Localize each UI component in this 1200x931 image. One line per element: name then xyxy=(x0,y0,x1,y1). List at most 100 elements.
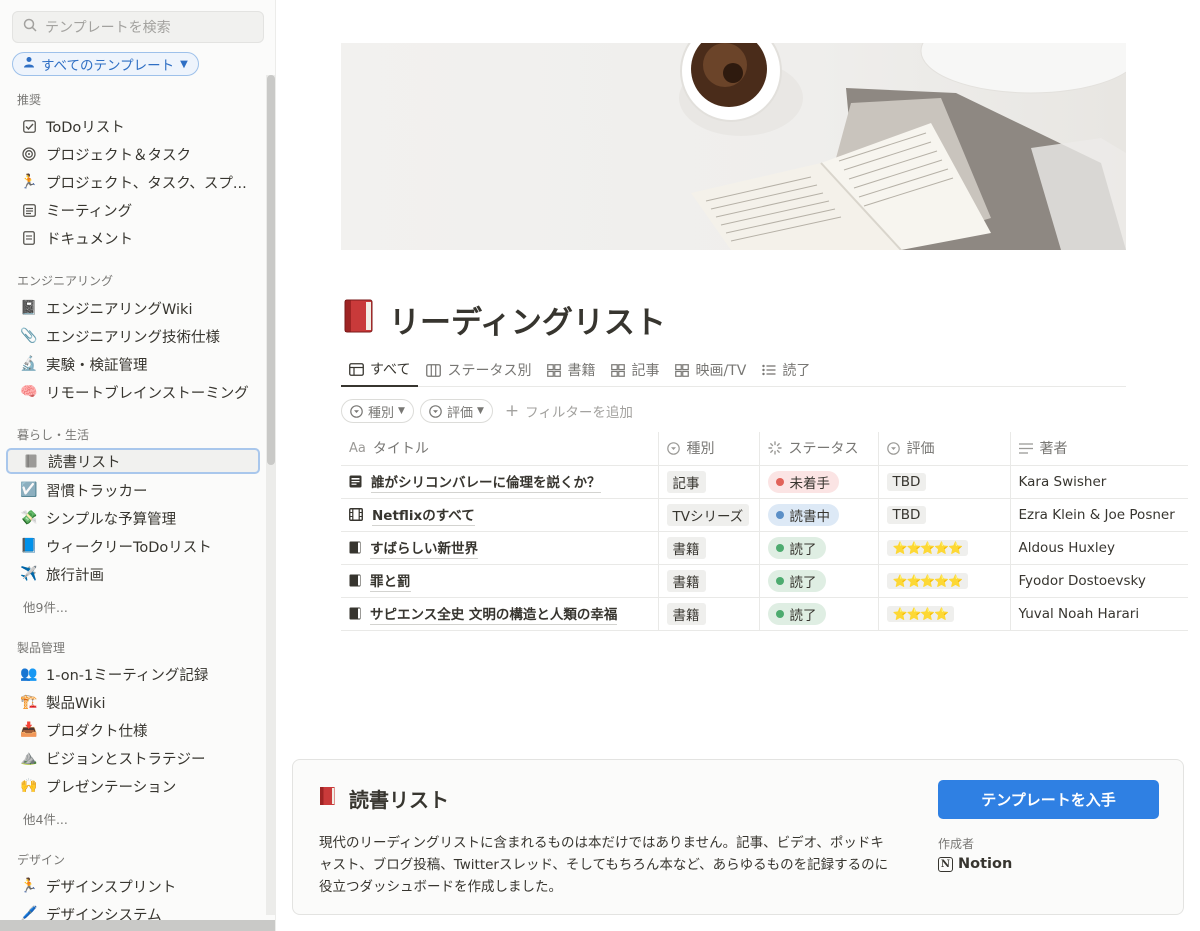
column-header-rating[interactable]: 評価 xyxy=(877,432,1010,466)
sidebar-item-budget[interactable]: 💸 シンプルな予算管理 xyxy=(12,505,258,531)
author-cell: Yuval Noah Harari xyxy=(1018,605,1140,622)
sidebar-item-reading-list[interactable]: 読書リスト xyxy=(6,448,260,474)
sidebar-item-product-spec[interactable]: 📥 プロダクト仕様 xyxy=(12,717,258,743)
book-red-icon xyxy=(319,786,337,811)
status-badge: 読了 xyxy=(767,536,826,559)
tab-label: すべて xyxy=(370,362,411,378)
status-dot xyxy=(775,477,784,486)
person-icon xyxy=(23,56,35,72)
tab-by-status[interactable]: ステータス別 xyxy=(418,354,539,387)
row-title[interactable]: 罪と罰 xyxy=(370,570,411,592)
tab-books[interactable]: 書籍 xyxy=(539,354,603,387)
table-row[interactable]: すばらしい新世界 書籍 読了 ⭐⭐⭐⭐⭐ Aldous Huxley xyxy=(341,531,1188,565)
gallery-icon xyxy=(611,363,626,377)
sidebar-item-label: ToDoリスト xyxy=(46,119,125,136)
add-filter-label: フィルターを追加 xyxy=(525,405,633,421)
book-gray-icon xyxy=(21,454,41,468)
add-filter-button[interactable]: + フィルターを追加 xyxy=(505,401,633,421)
sidebar-item-todo-list[interactable]: ToDoリスト xyxy=(12,113,258,139)
sidebar-item-label: エンジニアリング技術仕様 xyxy=(46,329,220,346)
row-title[interactable]: サピエンス全史 文明の構造と人類の幸福 xyxy=(370,603,618,625)
select-property-icon xyxy=(886,441,900,455)
column-header-title[interactable]: Aa タイトル xyxy=(341,432,658,466)
section-title-product: 製品管理 xyxy=(17,641,66,655)
money-icon: 💸 xyxy=(20,510,38,526)
row-title[interactable]: Netflixのすべて xyxy=(372,504,475,526)
tab-all[interactable]: すべて xyxy=(341,354,419,387)
column-header-status[interactable]: ステータス xyxy=(758,432,878,466)
status-label: 未着手 xyxy=(789,475,831,492)
blue-book-icon: 📘 xyxy=(20,538,38,554)
status-dot xyxy=(775,609,784,618)
author-label: 作成者 xyxy=(938,837,975,851)
status-badge: 未着手 xyxy=(767,470,839,493)
filter-pill-label: すべてのテンプレート xyxy=(41,58,175,74)
sidebar-item-vision-strategy[interactable]: ⛰️ ビジョンとストラテジー xyxy=(12,745,258,771)
mountain-icon: ⛰️ xyxy=(20,750,38,766)
table-row[interactable]: 罪と罰 書籍 読了 ⭐⭐⭐⭐⭐ Fyodor Dostoevsky xyxy=(341,564,1188,598)
author-link[interactable]: N Notion xyxy=(938,856,1012,872)
sidebar-item-product-wiki[interactable]: 🏗️ 製品Wiki xyxy=(12,689,258,715)
filter-label: 評価 xyxy=(446,405,473,421)
sidebar-item-weekly-todo[interactable]: 📘 ウィークリーToDoリスト xyxy=(12,533,258,559)
tab-label: 読了 xyxy=(782,363,811,379)
rating-stars: ⭐⭐⭐⭐⭐ xyxy=(886,572,969,589)
show-more-product[interactable]: 他4件... xyxy=(23,809,68,828)
airplane-icon: ✈️ xyxy=(20,566,38,582)
filter-type[interactable]: 種別 ▼ xyxy=(341,399,414,423)
reading-list-table: Aa タイトル 種別 ステータス 評価 著者 誰がシリコンバレーに倫理を説くか？ … xyxy=(341,432,1188,631)
sidebar-item-label: プロジェクト＆タスク xyxy=(46,147,191,164)
filter-rating[interactable]: 評価 ▼ xyxy=(419,399,493,423)
search-input[interactable]: テンプレートを検索 xyxy=(12,11,264,43)
table-row[interactable]: 誰がシリコンバレーに倫理を説くか？ 記事 未着手 TBD Kara Swishe… xyxy=(341,465,1188,499)
sidebar-scroll-thumb[interactable] xyxy=(267,75,275,465)
author-cell: Kara Swisher xyxy=(1018,473,1107,490)
column-header-type[interactable]: 種別 xyxy=(657,432,759,466)
tab-articles[interactable]: 記事 xyxy=(603,354,667,387)
sidebar-item-engineering-spec[interactable]: 📎 エンジニアリング技術仕様 xyxy=(12,323,258,349)
type-tag: 書籍 xyxy=(666,569,706,592)
sidebar-item-experiments[interactable]: 🔬 実験・検証管理 xyxy=(12,351,258,377)
column-label: 評価 xyxy=(906,441,935,458)
sidebar-item-label: 旅行計画 xyxy=(46,567,104,584)
sidebar-item-presentation[interactable]: 🙌 プレゼンテーション xyxy=(12,773,258,799)
table-row[interactable]: サピエンス全史 文明の構造と人類の幸福 書籍 読了 ⭐⭐⭐⭐ Yuval Noa… xyxy=(341,597,1188,631)
all-templates-filter[interactable]: すべてのテンプレート ▼ xyxy=(12,52,199,76)
column-header-author[interactable]: 著者 xyxy=(1009,432,1188,466)
sidebar-item-engineering-wiki[interactable]: 📓 エンジニアリングWiki xyxy=(12,295,258,321)
inbox-icon: 📥 xyxy=(20,722,38,738)
author-cell: Fyodor Dostoevsky xyxy=(1018,572,1146,589)
type-tag: TVシリーズ xyxy=(666,503,750,526)
row-title[interactable]: すばらしい新世界 xyxy=(370,537,478,559)
film-icon xyxy=(349,508,363,521)
checkbox-icon xyxy=(19,119,39,133)
show-more-lifestyle[interactable]: 他9件... xyxy=(23,597,68,616)
sidebar-item-1on1[interactable]: 👥 1-on-1ミーティング記録 xyxy=(12,661,258,687)
status-label: 読了 xyxy=(789,607,817,624)
list-icon xyxy=(762,364,776,376)
sidebar-item-documents[interactable]: ドキュメント xyxy=(12,225,258,251)
section-title-lifestyle: 暮らし・生活 xyxy=(17,428,90,442)
tab-finished[interactable]: 読了 xyxy=(754,354,818,387)
chevron-down-icon: ▼ xyxy=(398,406,405,416)
table-row[interactable]: Netflixのすべて TVシリーズ 読書中 TBD Ezra Klein & … xyxy=(341,498,1188,532)
sidebar-item-design-sprint[interactable]: 🏃 デザインスプリント xyxy=(12,873,258,899)
section-title-engineering: エンジニアリング xyxy=(17,274,114,288)
sidebar-item-projects-sprints[interactable]: 🏃 プロジェクト、タスク、スプ... xyxy=(12,169,258,195)
sidebar-item-meetings[interactable]: ミーティング xyxy=(12,197,258,223)
row-title[interactable]: 誰がシリコンバレーに倫理を説くか？ xyxy=(371,471,601,493)
running-person-icon: 🏃 xyxy=(20,174,38,190)
book-icon xyxy=(349,541,361,554)
sidebar-item-habit-tracker[interactable]: ☑️ 習慣トラッカー xyxy=(12,477,258,503)
sidebar-item-projects-tasks[interactable]: プロジェクト＆タスク xyxy=(12,141,258,167)
tab-movies-tv[interactable]: 映画/TV xyxy=(667,354,754,387)
type-tag: 書籍 xyxy=(666,602,706,625)
view-tabs: すべて ステータス別 書籍 記事 映画/TV 読了 xyxy=(341,354,1126,387)
type-tag: 書籍 xyxy=(666,536,706,559)
sidebar-item-travel[interactable]: ✈️ 旅行計画 xyxy=(12,561,258,587)
get-template-button[interactable]: テンプレートを入手 xyxy=(938,780,1159,819)
horizontal-scrollbar[interactable] xyxy=(0,920,275,931)
template-sidebar: テンプレートを検索 すべてのテンプレート ▼ 推奨 ToDoリスト プロジェクト… xyxy=(0,0,276,931)
sidebar-item-brainstorming[interactable]: 🧠 リモートブレインストーミング xyxy=(12,379,258,405)
text-property-icon: Aa xyxy=(349,440,366,456)
